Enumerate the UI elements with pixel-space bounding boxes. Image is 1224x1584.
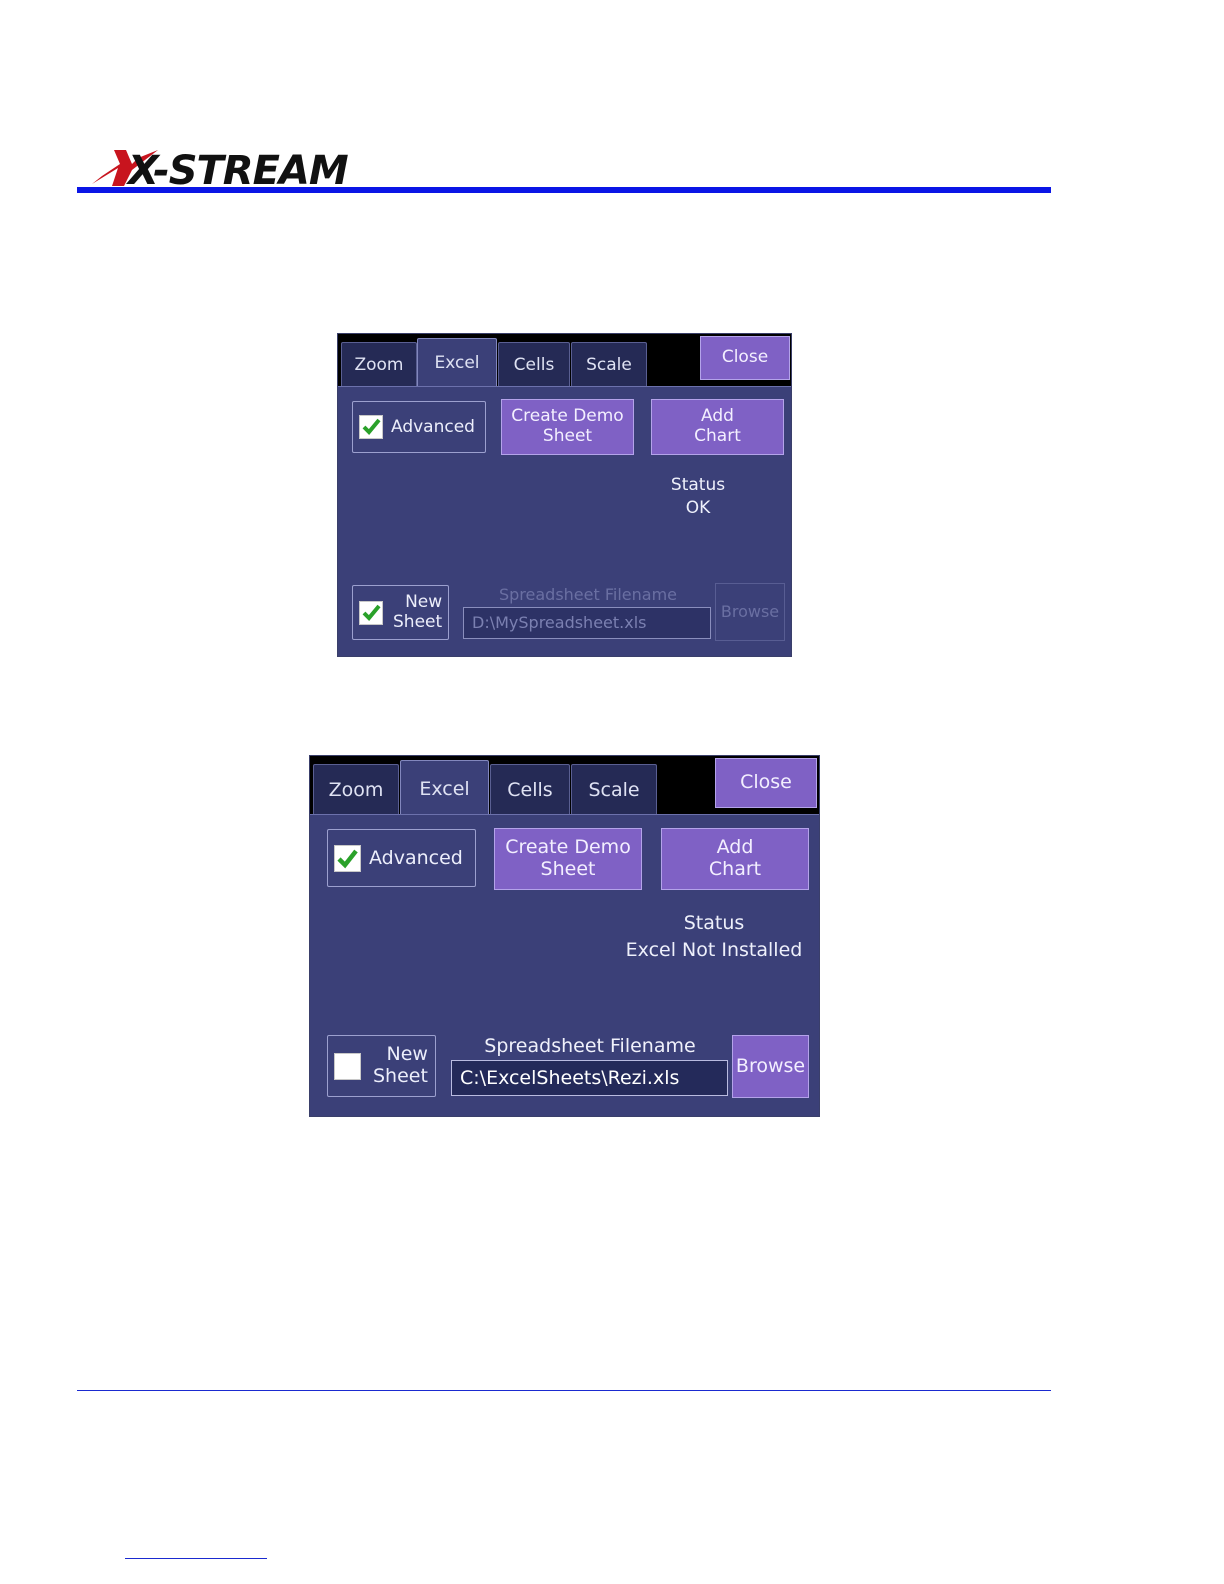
excel-panel: Advanced Create Demo Sheet Add Chart Sta…	[338, 386, 791, 656]
spreadsheet-filename-label: Spreadsheet Filename	[498, 585, 677, 604]
create-demo-sheet-button[interactable]: Create Demo Sheet	[501, 399, 634, 455]
status-value: OK	[685, 498, 711, 519]
status-label: Status	[683, 912, 745, 934]
advanced-checkbox[interactable]: Advanced	[352, 401, 486, 453]
tab-excel[interactable]: Excel	[417, 338, 497, 390]
logo-wordmark: X-STREAM	[125, 148, 348, 188]
create-demo-line2: Sheet	[542, 426, 593, 446]
check-box	[334, 844, 361, 872]
excel-dialog-1: Zoom Excel Cells Scale Close Advanced Cr…	[337, 333, 792, 657]
tab-cells[interactable]: Cells	[498, 342, 570, 386]
status-label: Status	[670, 475, 726, 495]
checkmark-icon	[337, 849, 358, 868]
spreadsheet-filename-label: Spreadsheet Filename	[484, 1035, 696, 1057]
spreadsheet-filename-input[interactable]: D:\MySpreadsheet.xls	[463, 607, 711, 639]
add-chart-button[interactable]: Add Chart	[661, 828, 809, 890]
add-chart-line1: Add	[701, 406, 734, 427]
new-sheet-line1: New	[386, 1043, 428, 1066]
browse-button[interactable]: Browse	[715, 583, 785, 641]
check-box	[359, 415, 383, 439]
check-box	[359, 600, 383, 625]
spreadsheet-filename-input[interactable]: C:\ExcelSheets\Rezi.xls	[451, 1060, 728, 1096]
tab-zoom[interactable]: Zoom	[341, 342, 417, 386]
status-block: Status OK	[638, 475, 758, 519]
new-sheet-line1: New	[405, 591, 443, 612]
close-button[interactable]: Close	[700, 336, 790, 380]
tab-excel[interactable]: Excel	[400, 760, 489, 818]
advanced-label: Advanced	[391, 417, 475, 437]
checkmark-icon	[362, 604, 381, 621]
footer-mark	[125, 1558, 267, 1559]
create-demo-line1: Create Demo	[511, 406, 624, 427]
excel-panel: Advanced Create Demo Sheet Add Chart Sta…	[310, 814, 819, 1116]
new-sheet-checkbox[interactable]: New Sheet	[327, 1035, 436, 1097]
tab-cells[interactable]: Cells	[490, 764, 570, 814]
browse-button[interactable]: Browse	[732, 1035, 809, 1098]
new-sheet-line2: Sheet	[373, 1065, 428, 1087]
footer-rule	[77, 1390, 1051, 1391]
tab-scale[interactable]: Scale	[571, 764, 657, 814]
add-chart-button[interactable]: Add Chart	[651, 399, 784, 455]
add-chart-line2: Chart	[694, 426, 741, 446]
add-chart-line1: Add	[716, 836, 754, 859]
xstream-logo: X-STREAM	[88, 146, 400, 188]
advanced-checkbox[interactable]: Advanced	[327, 829, 476, 887]
advanced-label: Advanced	[369, 847, 463, 869]
new-sheet-checkbox[interactable]: New Sheet	[352, 585, 449, 640]
check-box	[334, 1052, 361, 1080]
create-demo-sheet-button[interactable]: Create Demo Sheet	[494, 828, 642, 890]
create-demo-line1: Create Demo	[505, 836, 631, 859]
tab-scale[interactable]: Scale	[571, 342, 647, 386]
checkmark-icon	[362, 418, 381, 435]
excel-dialog-2: Zoom Excel Cells Scale Close Advanced Cr…	[309, 755, 820, 1117]
tab-zoom[interactable]: Zoom	[313, 764, 399, 814]
create-demo-line2: Sheet	[540, 858, 596, 880]
status-block: Status Excel Not Installed	[610, 912, 818, 962]
close-button[interactable]: Close	[715, 758, 817, 808]
status-value: Excel Not Installed	[625, 938, 803, 961]
header-rule	[77, 187, 1051, 193]
add-chart-line2: Chart	[708, 858, 762, 880]
new-sheet-line2: Sheet	[393, 611, 443, 632]
